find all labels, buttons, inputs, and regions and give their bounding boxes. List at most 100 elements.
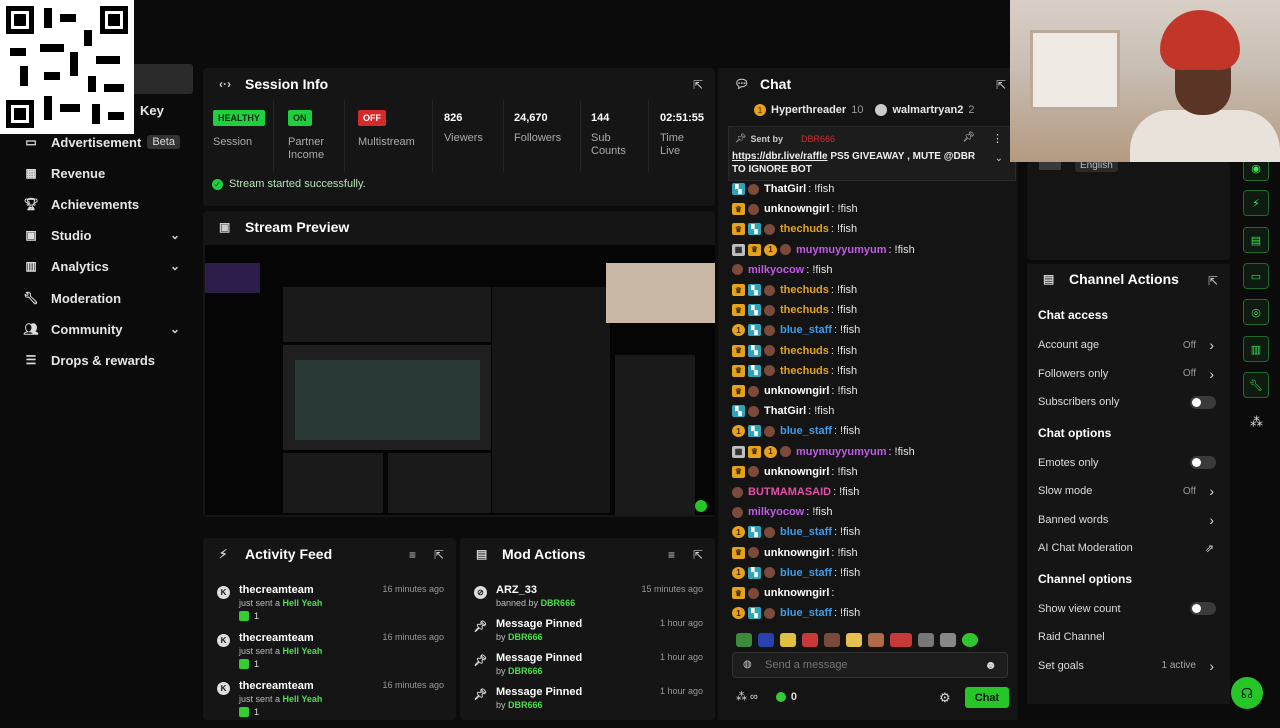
toggle-switch[interactable] xyxy=(1190,395,1216,409)
emote-icon[interactable] xyxy=(868,633,884,647)
emote-icon[interactable] xyxy=(758,633,774,647)
chevron-down-icon[interactable]: ⌄ xyxy=(995,153,1003,164)
chat-username[interactable]: unknowngirl xyxy=(764,466,829,478)
rail-wrench-button[interactable]: 🔧︎ xyxy=(1243,372,1269,398)
sidebar-item-achievements[interactable]: 🏆︎ Achievements xyxy=(23,192,139,216)
kicks-icon xyxy=(775,691,786,702)
chat-username[interactable]: thechuds xyxy=(780,304,829,316)
pin-icon: 📌︎ xyxy=(735,133,747,143)
chevron-right-icon: › xyxy=(1209,511,1214,528)
chat-username[interactable]: blue_staff xyxy=(780,607,832,619)
emote-icon[interactable] xyxy=(962,633,978,647)
sidebar-item-community[interactable]: 👥︎ Community ⌄ xyxy=(23,317,194,341)
chat-input[interactable] xyxy=(765,657,975,673)
popout-icon[interactable]: ⇱ xyxy=(434,548,444,562)
filter-icon[interactable]: ≡ xyxy=(409,548,416,562)
sidebar-item-revenue[interactable]: ▦ Revenue xyxy=(24,161,105,185)
send-chat-button[interactable]: Chat xyxy=(965,687,1009,708)
emoji-icon[interactable]: ☻ xyxy=(984,658,997,672)
popout-icon[interactable]: ⇱ xyxy=(1208,274,1218,288)
more-icon[interactable]: ⋮ xyxy=(992,132,1003,145)
chat-username[interactable]: thechuds xyxy=(780,223,829,235)
chat-separator: : xyxy=(830,284,834,296)
chat-username[interactable]: muymuyyumyum xyxy=(796,244,886,256)
channel-setting-row[interactable]: Followers only Off › xyxy=(1038,365,1218,383)
emote-icon[interactable] xyxy=(736,633,752,647)
sidebar-item-label: Drops & rewards xyxy=(51,352,156,368)
channel-setting-row[interactable]: AI Chat Moderation ⇗ xyxy=(1038,539,1218,557)
pin-icon: 📌︎ xyxy=(473,621,488,633)
community-icon[interactable]: ⁂ xyxy=(1250,414,1263,430)
users-icon[interactable]: ⁂ xyxy=(736,690,747,703)
chat-username[interactable]: ThatGirl xyxy=(764,405,806,417)
unpin-icon[interactable]: 📌︎ xyxy=(962,132,975,143)
pinned-message[interactable]: 📌︎ Sent by DBR666 📌︎ ⋮ https://dbr.live/… xyxy=(728,126,1016,181)
chat-username[interactable]: unknowngirl xyxy=(764,587,829,599)
rail-document-button[interactable]: ▤ xyxy=(1243,227,1269,253)
chat-username[interactable]: ThatGirl xyxy=(764,183,806,195)
stat-session: HEALTHY Session xyxy=(203,100,274,172)
chat-username[interactable]: thechuds xyxy=(780,345,829,357)
channel-setting-row[interactable]: Set goals 1 active › xyxy=(1038,657,1218,675)
gear-icon[interactable]: ⚙ xyxy=(939,690,951,706)
filter-icon[interactable]: ≡ xyxy=(668,548,675,562)
toggle-switch[interactable] xyxy=(1190,456,1216,469)
avatar xyxy=(764,223,775,235)
chat-username[interactable]: unknowngirl xyxy=(764,547,829,559)
chat-username[interactable]: blue_staff xyxy=(780,324,832,336)
rail-broadcast-button[interactable]: ◎ xyxy=(1243,299,1269,325)
chat-username[interactable]: milkyocow xyxy=(748,506,804,518)
stream-preview-video[interactable] xyxy=(205,245,715,515)
popout-icon[interactable]: ⇱ xyxy=(693,78,703,92)
rail-lightning-button[interactable]: ⚡︎ xyxy=(1243,190,1269,216)
chat-username[interactable]: thechuds xyxy=(780,365,829,377)
chat-username[interactable]: unknowngirl xyxy=(764,203,829,215)
channel-setting-row[interactable]: Show view count xyxy=(1038,600,1218,618)
chat-username[interactable]: blue_staff xyxy=(780,425,832,437)
popout-icon[interactable]: ⇱ xyxy=(996,78,1006,92)
channel-setting-row[interactable]: Account age Off › xyxy=(1038,336,1218,354)
setting-value: Off xyxy=(1182,368,1196,379)
rail-layout-button[interactable]: ▥ xyxy=(1243,336,1269,362)
channel-setting-row[interactable]: Subscribers only xyxy=(1038,393,1218,411)
channel-setting-row[interactable]: Raid Channel xyxy=(1038,628,1218,646)
chat-username[interactable]: muymuyyumyum xyxy=(796,446,886,458)
emote-icon[interactable] xyxy=(890,633,912,647)
emote-icon[interactable] xyxy=(824,633,840,647)
sidebar-item-analytics[interactable]: ▥ Analytics ⌄ xyxy=(24,254,194,278)
rail-chat-button[interactable]: ▭ xyxy=(1243,263,1269,289)
emote-icon[interactable] xyxy=(846,633,862,647)
chat-username[interactable]: blue_staff xyxy=(780,567,832,579)
sidebar-item-drops[interactable]: ☰ Drops & rewards xyxy=(24,348,155,372)
sidebar-item-moderation[interactable]: 🔧︎ Moderation xyxy=(23,286,121,310)
toggle-switch[interactable] xyxy=(1190,602,1216,615)
emote-icon[interactable] xyxy=(802,633,818,647)
help-button[interactable]: ☊ xyxy=(1231,677,1263,709)
pinned-link[interactable]: https://dbr.live/raffle xyxy=(732,151,828,162)
sidebar-item-key[interactable]: Key xyxy=(140,98,164,122)
sidebar-item-studio[interactable]: ▣ Studio ⌄ xyxy=(24,223,194,247)
chat-username[interactable]: BUTMAMASAID xyxy=(748,486,831,498)
stream-preview-header: ▣ Stream Preview xyxy=(203,211,715,243)
chat-username[interactable]: unknowngirl xyxy=(764,385,829,397)
infinity-icon[interactable]: ∞ xyxy=(750,691,758,703)
chat-message: BUTMAMASAID: !fish xyxy=(732,483,859,501)
chat-username[interactable]: blue_staff xyxy=(780,526,832,538)
emote-icon[interactable] xyxy=(918,633,934,647)
popout-icon[interactable]: ⇱ xyxy=(693,548,703,562)
chat-input-box[interactable]: ◍ ☻ xyxy=(732,652,1008,678)
channel-setting-row[interactable]: Emotes only xyxy=(1038,454,1218,472)
coin-badge-icon: 1 xyxy=(732,324,745,337)
activity-time: 16 minutes ago xyxy=(382,632,444,642)
panel-title: Chat xyxy=(760,76,792,92)
chat-username[interactable]: milkyocow xyxy=(748,264,804,276)
mod-row: 📌︎ Message Pinned by DBR666 1 hour ago xyxy=(460,682,715,728)
channel-setting-row[interactable]: Banned words › xyxy=(1038,511,1218,529)
chat-username[interactable]: thechuds xyxy=(780,284,829,296)
sidebar-item-label: Community xyxy=(51,321,123,337)
channel-setting-row[interactable]: Slow mode Off › xyxy=(1038,482,1218,500)
chevron-down-icon: ⌄ xyxy=(170,259,181,273)
chat-message: ♛ unknowngirl: xyxy=(732,584,837,602)
emote-icon[interactable] xyxy=(780,633,796,647)
emote-icon[interactable] xyxy=(940,633,956,647)
